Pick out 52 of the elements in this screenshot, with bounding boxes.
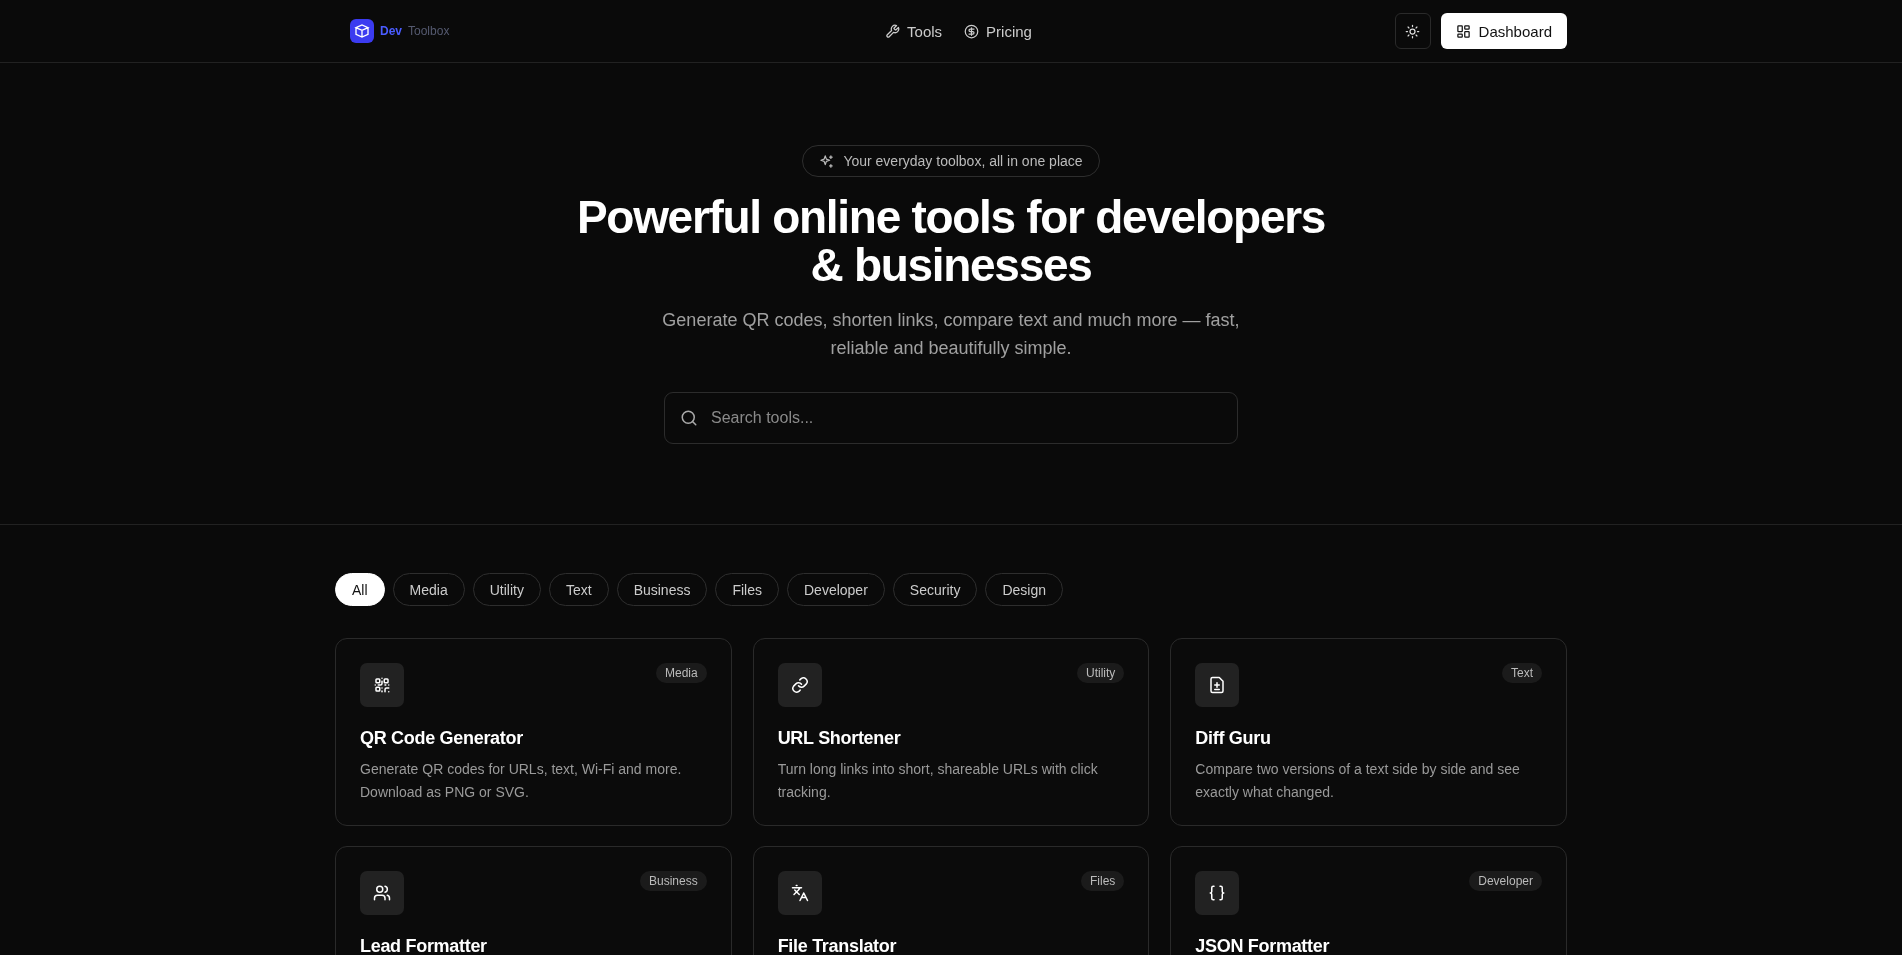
file-plus-minus-icon [1208,676,1227,694]
tool-description: Turn long links into short, shareable URLs with click tracking. [777,760,1099,802]
hero-title: Powerful online tools for developers & businesses [575,193,1327,289]
category-tab[interactable]: Utility [472,573,541,606]
category-tag: Media [655,663,707,683]
logo-icon[interactable] [350,19,374,43]
category-tab[interactable]: Files [715,573,779,606]
tagline-text: Your everyday toolbox, all in one place [843,153,1083,169]
translate-icon [790,884,809,902]
category-tag: Text [1501,663,1542,683]
category-tab[interactable]: Security [892,573,978,606]
nav-link[interactable]: Pricing [964,22,1032,40]
tool-description: Compare two versions of a text side by side and see exactly what changed. [1195,760,1521,802]
wrench-icon [885,23,901,39]
theme-toggle-button[interactable] [1394,13,1431,49]
category-tag: Developer [1469,871,1542,891]
category-tag: Business [639,871,707,891]
tool-card[interactable]: Files File Translator [752,846,1150,955]
qr-code-icon [373,676,391,694]
tool-title: JSON Formatter [1195,935,1331,955]
tool-card[interactable]: Developer JSON Formatter [1170,846,1567,955]
dashboard-button[interactable]: Dashboard [1440,13,1567,49]
logo-text[interactable]: Dev [380,24,402,38]
sun-icon [1405,23,1421,39]
category-tab[interactable]: Media [392,573,465,606]
grid-icon [1455,23,1471,39]
tool-title: Diff Guru [1195,727,1272,749]
nav-link[interactable]: Tools [885,22,943,40]
tool-title: Lead Formatter [360,935,488,955]
category-tab[interactable]: Business [616,573,708,606]
sparkles-icon [819,153,835,169]
search-field[interactable]: Search tools... [664,392,1238,444]
category-tag: Files [1081,871,1125,891]
dollar-icon [964,23,980,39]
braces-icon [1208,884,1227,902]
category-tab[interactable]: Design [985,573,1063,606]
tool-card[interactable]: Business Lead Formatter [335,846,732,955]
hero-subtitle: Generate QR codes, shorten links, compare text and much more — fast, reliable and beautifully simple. [661,309,1241,360]
tool-title: URL Shortener [777,727,902,749]
tool-card[interactable]: Media QR Code Generator Generate QR codes for URLs, text, Wi-Fi and more. Download as PNG or SVG. [335,638,732,826]
tool-title: File Translator [777,935,898,955]
users-icon [373,884,391,902]
category-tab[interactable]: Text [548,573,609,606]
tool-description: Generate QR codes for URLs, text, Wi-Fi and more. Download as PNG or SVG. [360,760,683,802]
link-icon [790,676,809,694]
tool-card[interactable]: Text Diff Guru Compare two versions of a text side by side and see exactly what changed. [1170,638,1567,826]
category-tab[interactable]: Developer [787,573,885,606]
search-icon [680,409,698,427]
tool-title: QR Code Generator [360,727,524,749]
category-tag: Utility [1077,663,1125,683]
tool-card[interactable]: Utility URL Shortener Turn long links into short, shareable URLs with click tracking. [752,638,1150,826]
category-tab[interactable]: All [335,573,385,606]
